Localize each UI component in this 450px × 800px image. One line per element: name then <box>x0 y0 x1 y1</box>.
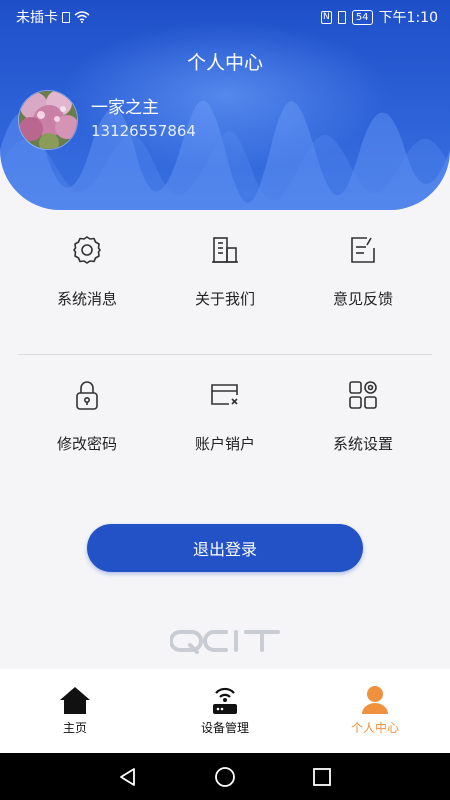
tab-label: 个人中心 <box>350 721 399 735</box>
tab-label: 设备管理 <box>200 721 249 735</box>
card-close-icon <box>207 377 243 413</box>
tab-personal-center[interactable]: 个人中心 <box>300 669 450 753</box>
avatar[interactable] <box>18 90 78 150</box>
menu-row-1: 系统消息 关于我们 意见反馈 <box>18 232 432 309</box>
menu-item-about-us[interactable]: 关于我们 <box>156 232 294 309</box>
menu-item-feedback[interactable]: 意见反馈 <box>294 232 432 309</box>
person-icon <box>362 686 388 714</box>
sim-icon <box>62 11 70 23</box>
wifi-icon <box>74 11 90 23</box>
page-title: 个人中心 <box>186 52 263 74</box>
building-icon <box>207 232 243 268</box>
vibrate-icon <box>337 10 346 24</box>
user-phone: 13126557864 <box>91 122 196 140</box>
recents-icon[interactable] <box>312 767 332 787</box>
user-name: 一家之主 <box>91 98 159 118</box>
logout-button[interactable]: 退出登录 <box>87 524 363 572</box>
qcit-logo <box>169 628 282 658</box>
menu-item-label: 系统消息 <box>56 290 117 308</box>
menu-item-change-password[interactable]: 修改密码 <box>18 377 156 454</box>
tab-home[interactable]: 主页 <box>0 669 150 753</box>
system-nav-bar <box>0 753 450 800</box>
menu-item-label: 账户销户 <box>194 435 255 453</box>
lock-icon <box>69 377 105 413</box>
back-icon[interactable] <box>118 767 138 787</box>
feedback-edit-icon <box>345 232 381 268</box>
menu-item-label: 系统设置 <box>332 435 393 453</box>
menu-item-system-messages[interactable]: 系统消息 <box>18 232 156 309</box>
menu-item-system-settings[interactable]: 系统设置 <box>294 377 432 454</box>
menu-item-label: 修改密码 <box>56 435 117 453</box>
gear-icon <box>69 232 105 268</box>
router-icon <box>213 687 237 714</box>
apps-settings-icon <box>345 377 381 413</box>
clock: 下午1:10 <box>378 10 438 26</box>
tab-label: 主页 <box>62 721 87 735</box>
carrier-text: 未插卡 <box>16 10 58 26</box>
bottom-tab-bar: 主页 设备管理 个人中心 <box>0 669 450 753</box>
tab-device-management[interactable]: 设备管理 <box>150 669 300 753</box>
divider <box>18 354 432 355</box>
menu-item-close-account[interactable]: 账户销户 <box>156 377 294 454</box>
home-nav-icon[interactable] <box>214 766 236 788</box>
nfc-icon: N <box>320 10 332 24</box>
avatar-image <box>19 91 77 149</box>
home-icon <box>60 687 90 714</box>
menu-row-2: 修改密码 账户销户 系统设置 <box>18 377 432 454</box>
menu-item-label: 关于我们 <box>194 290 255 308</box>
menu-item-label: 意见反馈 <box>332 290 393 308</box>
status-bar: 未插卡 N 54 下午1:10 <box>0 0 450 32</box>
battery-indicator: 54 <box>351 9 373 25</box>
